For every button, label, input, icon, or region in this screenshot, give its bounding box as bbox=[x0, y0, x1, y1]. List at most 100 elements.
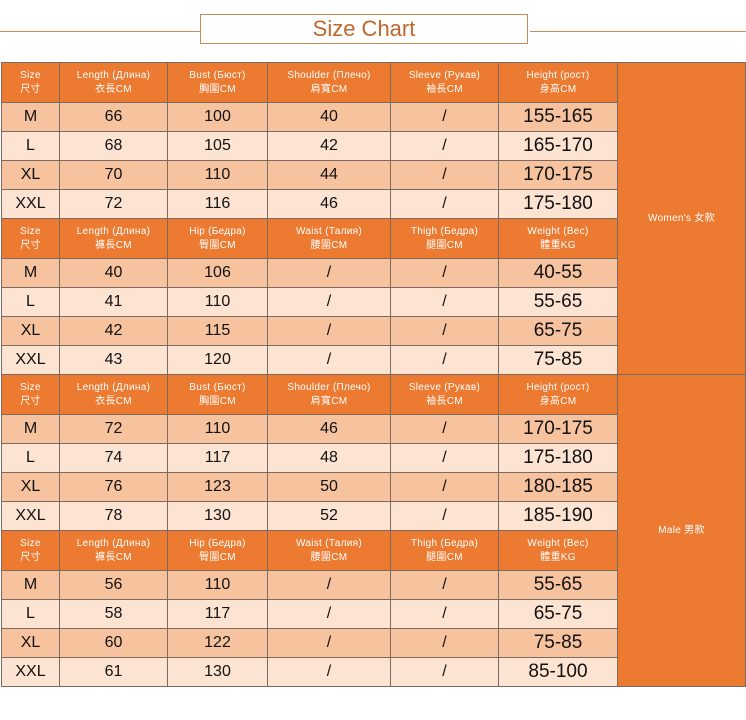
column-header-label: Waist (Талия) bbox=[295, 225, 363, 237]
column-header-label: Size bbox=[20, 537, 41, 549]
table-cell: 56 bbox=[59, 570, 168, 600]
column-header: Sleeve (Рукав) 袖長CM bbox=[390, 374, 499, 415]
table-cell: / bbox=[267, 599, 391, 629]
table-cell: 46 bbox=[267, 189, 391, 219]
column-header: Size 尺寸 bbox=[1, 62, 60, 103]
table-cell: 42 bbox=[59, 316, 168, 346]
column-header: Bust (Бюст) 胸圍CM bbox=[167, 374, 268, 415]
table-cell: / bbox=[390, 501, 499, 531]
table-cell: XXL bbox=[1, 189, 60, 219]
table-cell: 74 bbox=[59, 443, 168, 473]
table-cell: 76 bbox=[59, 472, 168, 502]
table-cell: 105 bbox=[167, 131, 268, 161]
table-cell: / bbox=[267, 628, 391, 658]
table-cell: 185-190 bbox=[498, 501, 618, 531]
column-header-label: Waist (Талия) bbox=[295, 537, 363, 549]
column-header: Shoulder (Плечо) 肩寬CM bbox=[267, 374, 391, 415]
table-cell: 170-175 bbox=[498, 160, 618, 190]
table-cell: XXL bbox=[1, 657, 60, 687]
column-header-sublabel: 身高CM bbox=[539, 83, 577, 95]
column-header-label: Sleeve (Рукав) bbox=[408, 69, 481, 81]
table-cell: XL bbox=[1, 628, 60, 658]
column-header-label: Hip (Бедра) bbox=[189, 225, 246, 237]
column-header-sublabel: 尺寸 bbox=[20, 239, 41, 251]
column-header-sublabel: 腿圍CM bbox=[426, 551, 463, 563]
table-cell: / bbox=[390, 160, 499, 190]
table-cell: 130 bbox=[167, 501, 268, 531]
column-header-sublabel: 胸圍CM bbox=[199, 83, 236, 95]
column-header: Thigh (Бедра) 腿圍CM bbox=[390, 218, 499, 259]
column-header-sublabel: 肩寬CM bbox=[310, 395, 348, 407]
table-cell: / bbox=[267, 316, 391, 346]
column-header-sublabel: 衣長CM bbox=[95, 395, 132, 407]
column-header-sublabel: 袖長CM bbox=[426, 83, 463, 95]
table-cell: M bbox=[1, 258, 60, 288]
table-cell: 170-175 bbox=[498, 414, 618, 444]
column-header: Sleeve (Рукав) 袖長CM bbox=[390, 62, 499, 103]
table-cell: / bbox=[267, 258, 391, 288]
table-cell: 50 bbox=[267, 472, 391, 502]
title-divider-left bbox=[0, 31, 200, 32]
table-cell: 61 bbox=[59, 657, 168, 687]
title-area: Size Chart bbox=[0, 0, 746, 62]
table-cell: / bbox=[390, 345, 499, 375]
table-cell: 44 bbox=[267, 160, 391, 190]
table-cell: 75-85 bbox=[498, 628, 618, 658]
column-header-sublabel: 身高CM bbox=[539, 395, 577, 407]
header-row: Size 尺寸 Length (Длина) 衣長CM Bust (Бюст) 胸圍CM S… bbox=[1, 62, 746, 375]
table-cell: 43 bbox=[59, 345, 168, 375]
column-header-label: Hip (Бедра) bbox=[189, 537, 246, 549]
table-cell: 100 bbox=[167, 102, 268, 132]
column-header: Height (рост) 身高CM bbox=[498, 374, 618, 415]
column-header-sublabel: 褲長CM bbox=[95, 551, 132, 563]
table-cell: / bbox=[390, 628, 499, 658]
column-header-label: Bust (Бюст) bbox=[189, 381, 246, 393]
table-cell: 122 bbox=[167, 628, 268, 658]
column-header: Hip (Бедра) 臀圍CM bbox=[167, 530, 268, 571]
table-cell: XL bbox=[1, 160, 60, 190]
column-header-label: Weight (Вес) bbox=[527, 225, 589, 237]
table-cell: 60 bbox=[59, 628, 168, 658]
column-header-label: Length (Длина) bbox=[76, 381, 151, 393]
table-cell: 46 bbox=[267, 414, 391, 444]
table-cell: / bbox=[390, 287, 499, 317]
column-header: Hip (Бедра) 臀圍CM bbox=[167, 218, 268, 259]
column-header-sublabel: 腿圍CM bbox=[426, 239, 463, 251]
column-header-sublabel: 尺寸 bbox=[20, 83, 41, 95]
column-header-label: Thigh (Бедра) bbox=[410, 537, 479, 549]
table-cell: / bbox=[390, 414, 499, 444]
group-label: Male 男款 bbox=[617, 374, 746, 687]
table-cell: 42 bbox=[267, 131, 391, 161]
column-header: Size 尺寸 bbox=[1, 530, 60, 571]
table-cell: 72 bbox=[59, 189, 168, 219]
table-cell: 40 bbox=[59, 258, 168, 288]
table-cell: 55-65 bbox=[498, 570, 618, 600]
column-header: Height (рост) 身高CM bbox=[498, 62, 618, 103]
column-header: Length (Длина) 褲長CM bbox=[59, 218, 168, 259]
table-cell: M bbox=[1, 570, 60, 600]
table-cell: / bbox=[267, 657, 391, 687]
table-cell: / bbox=[390, 570, 499, 600]
page-title: Size Chart bbox=[200, 14, 528, 44]
table-cell: 40 bbox=[267, 102, 391, 132]
column-header-label: Thigh (Бедра) bbox=[410, 225, 479, 237]
table-cell: 155-165 bbox=[498, 102, 618, 132]
column-header-label: Shoulder (Плечо) bbox=[287, 381, 371, 393]
table-cell: XL bbox=[1, 472, 60, 502]
table-cell: L bbox=[1, 443, 60, 473]
column-header-label: Sleeve (Рукав) bbox=[408, 381, 481, 393]
table-cell: L bbox=[1, 287, 60, 317]
table-cell: 175-180 bbox=[498, 443, 618, 473]
table-cell: 180-185 bbox=[498, 472, 618, 502]
table-cell: 68 bbox=[59, 131, 168, 161]
table-cell: 70 bbox=[59, 160, 168, 190]
header-row: Size 尺寸 Length (Длина) 衣長CM Bust (Бюст) 胸圍CM S… bbox=[1, 374, 746, 687]
column-header: Shoulder (Плечо) 肩寬CM bbox=[267, 62, 391, 103]
table-cell: 110 bbox=[167, 570, 268, 600]
column-header-label: Height (рост) bbox=[526, 69, 590, 81]
column-header-label: Height (рост) bbox=[526, 381, 590, 393]
column-header: Length (Длина) 褲長CM bbox=[59, 530, 168, 571]
column-header-sublabel: 衣長CM bbox=[95, 83, 132, 95]
table-cell: 55-65 bbox=[498, 287, 618, 317]
table-cell: 116 bbox=[167, 189, 268, 219]
